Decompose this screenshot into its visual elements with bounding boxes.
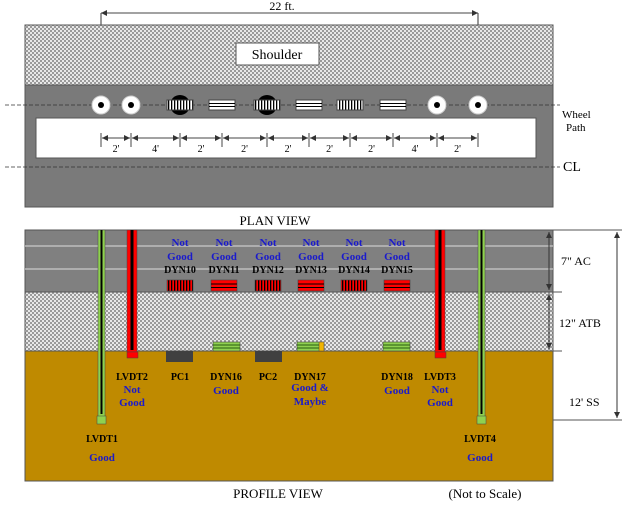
strain-gauge-longitudinal-icon xyxy=(379,99,407,111)
lvdt-plan-icon xyxy=(91,95,111,115)
lvdt-plan-icon xyxy=(121,95,141,115)
dyn16-status: Good xyxy=(213,385,239,397)
spacing-label: 4' xyxy=(412,144,419,155)
lvdt-plan-icon xyxy=(427,95,447,115)
strain-gauge-transverse-icon xyxy=(336,99,364,111)
lvdt2-rod xyxy=(126,229,139,359)
gauge-status-line1: Not xyxy=(388,237,405,249)
gauge-status-line2: Good xyxy=(341,251,367,263)
gauge-name: DYN11 xyxy=(208,265,239,276)
profile-view: NotGoodDYN10NotGoodDYN11NotGoodDYN12NotG… xyxy=(24,229,622,501)
spacing-label: 4' xyxy=(152,144,159,155)
dyn17-status-line2: Maybe xyxy=(294,396,327,408)
strain-gauge-longitudinal-icon xyxy=(208,99,236,111)
pc2-label: PC2 xyxy=(259,372,277,383)
lvdt2-status-line1: Not xyxy=(123,384,140,396)
lvdt-plan-icon xyxy=(468,95,488,115)
lvdt3-status-line1: Not xyxy=(431,384,448,396)
gauge-status-line1: Not xyxy=(345,237,362,249)
gauge-status-line1: Not xyxy=(302,237,319,249)
plan-view-title: PLAN VIEW xyxy=(240,213,312,228)
dyn18-status: Good xyxy=(384,385,410,397)
lvdt2-label: LVDT2 xyxy=(116,372,148,383)
gauge-name: DYN12 xyxy=(252,265,284,276)
strain-gauge-icon xyxy=(340,279,368,292)
lvdt4-status: Good xyxy=(467,452,493,464)
dyn16-gauge xyxy=(212,341,241,352)
strain-gauge-longitudinal-icon xyxy=(295,99,323,111)
gauge-status-line1: Not xyxy=(259,237,276,249)
gauge-name: DYN10 xyxy=(164,265,196,276)
wheel-path-label-line2: Path xyxy=(566,122,586,134)
shoulder-label: Shoulder xyxy=(252,48,303,63)
lvdt1-rod xyxy=(96,229,107,425)
strain-gauge-icon xyxy=(210,279,238,292)
lvdt4-label: LVDT4 xyxy=(464,434,496,445)
gauge-name: DYN14 xyxy=(338,265,370,276)
spacing-label: 2' xyxy=(285,144,292,155)
strain-gauge-icon xyxy=(383,279,411,292)
lvdt1-status: Good xyxy=(89,452,115,464)
pressure-cell-pc1 xyxy=(166,351,193,362)
gauge-name: DYN13 xyxy=(295,265,327,276)
spacing-label: 2' xyxy=(326,144,333,155)
dyn17-gauge xyxy=(296,341,325,352)
strain-gauge-icon xyxy=(297,279,325,292)
plan-view: 22 ft. Shoulder Wheel Path CL 2' 4' 2' 2' 2'… xyxy=(5,0,591,228)
pavement-instrumentation-diagram: 22 ft. Shoulder Wheel Path CL 2' 4' 2' 2' 2'… xyxy=(5,0,622,501)
lvdt3-status-line2: Good xyxy=(427,397,453,409)
lvdt1-label: LVDT1 xyxy=(86,434,118,445)
wheel-path-label-line1: Wheel xyxy=(562,109,591,121)
profile-view-title: PROFILE VIEW xyxy=(233,486,323,501)
ss-thickness-label: 12' SS xyxy=(569,395,600,409)
not-to-scale-note: (Not to Scale) xyxy=(449,486,522,501)
gauge-name: DYN15 xyxy=(381,265,413,276)
gauge-status-line1: Not xyxy=(171,237,188,249)
gauge-status-line1: Not xyxy=(215,237,232,249)
lvdt2-status-line2: Good xyxy=(119,397,145,409)
spacing-label: 2' xyxy=(113,144,120,155)
lvdt3-label: LVDT3 xyxy=(424,372,456,383)
spacing-label: 2' xyxy=(454,144,461,155)
gauge-status-line2: Good xyxy=(384,251,410,263)
gauge-status-line2: Good xyxy=(167,251,193,263)
lvdt3-rod xyxy=(434,229,447,359)
dyn18-label: DYN18 xyxy=(381,372,413,383)
atb-thickness-label: 12" ATB xyxy=(559,316,601,330)
strain-gauge-icon xyxy=(254,279,282,292)
ac-thickness-label: 7" AC xyxy=(561,254,591,268)
spacing-label: 2' xyxy=(198,144,205,155)
gauge-status-line2: Good xyxy=(255,251,281,263)
dyn17-status-line1: Good & xyxy=(291,382,329,394)
lvdt4-rod xyxy=(476,229,487,425)
overall-dimension-label: 22 ft. xyxy=(269,0,294,13)
dyn18-gauge xyxy=(382,341,411,352)
gauge-status-line2: Good xyxy=(211,251,237,263)
gauge-status-line2: Good xyxy=(298,251,324,263)
strain-gauge-icon xyxy=(166,279,194,292)
pc1-label: PC1 xyxy=(171,372,189,383)
pressure-cell-pc2 xyxy=(255,351,282,362)
centerline-label: CL xyxy=(563,160,581,175)
spacing-label: 2' xyxy=(368,144,375,155)
dyn16-label: DYN16 xyxy=(210,372,242,383)
spacing-label: 2' xyxy=(241,144,248,155)
